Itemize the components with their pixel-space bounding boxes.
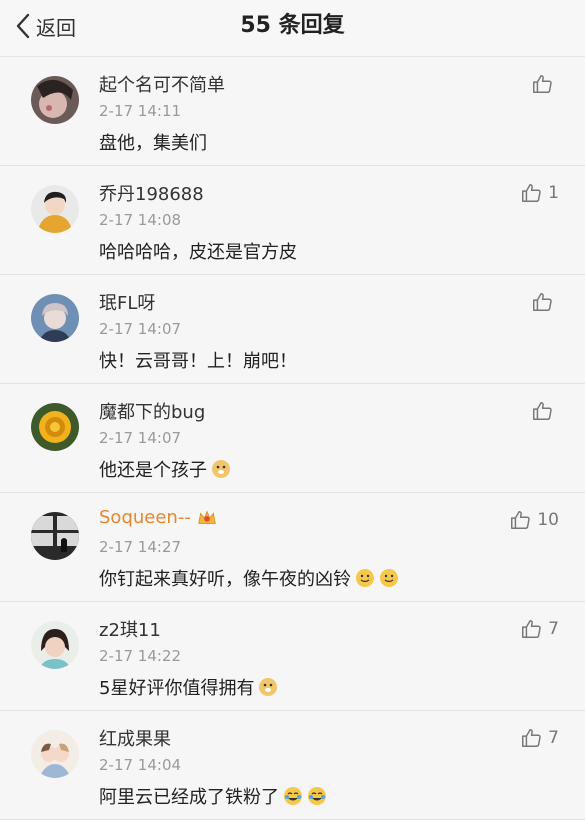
comment-text: 5星好评你值得拥有 (99, 674, 278, 700)
comment-author[interactable]: 珉FL呀 (99, 289, 155, 315)
comment-item: 珉FL呀 2-17 14:07 快！云哥哥！上！崩吧！ (0, 275, 585, 384)
comment-body: 盘他，集美们 (99, 133, 207, 154)
comment-author[interactable]: 红成果果 (99, 725, 171, 751)
comment-item: z2琪11 2-17 14:22 5星好评你值得拥有 7 (0, 602, 585, 711)
comment-author[interactable]: 起个名可不简单 (99, 71, 225, 97)
comment-list: 起个名可不简单 2-17 14:11 盘他，集美们 乔丹198688 2-17 … (0, 57, 585, 820)
like-button[interactable]: 10 (509, 509, 559, 531)
like-button[interactable]: 1 (520, 182, 559, 204)
avatar[interactable] (31, 730, 79, 778)
comment-item: 起个名可不简单 2-17 14:11 盘他，集美们 (0, 57, 585, 166)
comment-author[interactable]: 乔丹198688 (99, 180, 204, 206)
page-title: 55 条回复 (240, 13, 345, 38)
comment-text: 阿里云已经成了铁粉了 (99, 783, 327, 809)
like-button[interactable] (531, 73, 559, 95)
smile-emoji-icon (355, 568, 375, 588)
author-name[interactable]: 起个名可不简单 (99, 71, 225, 97)
thumbs-up-icon (522, 729, 541, 747)
comment-time: 2-17 14:07 (99, 320, 182, 338)
comment-time: 2-17 14:08 (99, 211, 182, 229)
comment-body: 5星好评你值得拥有 (99, 678, 255, 699)
like-button[interactable]: 7 (520, 727, 559, 749)
comment-item: 乔丹198688 2-17 14:08 哈哈哈哈，皮还是官方皮 1 (0, 166, 585, 275)
avatar[interactable] (31, 185, 79, 233)
comment-author[interactable]: Soqueen-- (99, 507, 219, 528)
comment-time: 2-17 14:27 (99, 538, 182, 556)
thumbs-up-icon (511, 511, 531, 529)
author-name[interactable]: 乔丹198688 (99, 180, 204, 206)
thumbs-up-icon (522, 620, 541, 638)
avatar[interactable] (31, 512, 79, 560)
like-count: 1 (548, 183, 559, 203)
avatar[interactable] (31, 403, 79, 451)
comment-item: Soqueen-- 2-17 14:27 你钉起来真好听，像午夜的凶铃 10 (0, 493, 585, 602)
nav-bar: 返回 55 条回复 (0, 0, 585, 57)
thumbs-up-icon (522, 184, 541, 202)
comment-body: 哈哈哈哈，皮还是官方皮 (99, 242, 297, 263)
like-count: 10 (537, 510, 559, 530)
author-name[interactable]: 魔都下的bug (99, 398, 205, 424)
comment-body: 阿里云已经成了铁粉了 (99, 787, 279, 808)
comment-text: 他还是个孩子 (99, 456, 231, 482)
comment-time: 2-17 14:07 (99, 429, 182, 447)
comment-time: 2-17 14:22 (99, 647, 182, 665)
comment-text: 盘他，集美们 (99, 129, 207, 155)
thumbs-up-icon (533, 293, 552, 311)
smile-emoji-icon (379, 568, 399, 588)
avatar[interactable] (31, 621, 79, 669)
comment-body: 他还是个孩子 (99, 460, 207, 481)
comment-item: 魔都下的bug 2-17 14:07 他还是个孩子 (0, 384, 585, 493)
comment-text: 快！云哥哥！上！崩吧！ (99, 347, 297, 373)
like-count: 7 (548, 619, 559, 639)
comment-body: 你钉起来真好听，像午夜的凶铃 (99, 569, 351, 590)
crown-badge-icon (197, 508, 219, 528)
comment-item: 红成果果 2-17 14:04 阿里云已经成了铁粉了 7 (0, 711, 585, 820)
like-button[interactable]: 7 (520, 618, 559, 640)
avatar[interactable] (31, 76, 79, 124)
author-name[interactable]: 珉FL呀 (99, 289, 155, 315)
like-button[interactable] (531, 400, 559, 422)
comment-author[interactable]: 魔都下的bug (99, 398, 205, 424)
avatar[interactable] (31, 294, 79, 342)
crying-laugh-emoji-icon (307, 786, 327, 806)
author-name[interactable]: z2琪11 (99, 616, 161, 642)
comment-time: 2-17 14:11 (99, 102, 182, 120)
doge-emoji-icon (258, 677, 278, 697)
author-name[interactable]: Soqueen-- (99, 507, 191, 528)
like-count: 7 (548, 728, 559, 748)
comment-body: 快！云哥哥！上！崩吧！ (99, 351, 297, 372)
comment-author[interactable]: z2琪11 (99, 616, 161, 642)
crying-laugh-emoji-icon (283, 786, 303, 806)
doge-emoji-icon (211, 459, 231, 479)
thumbs-up-icon (533, 402, 552, 420)
thumbs-up-icon (533, 75, 552, 93)
comment-time: 2-17 14:04 (99, 756, 182, 774)
comment-text: 哈哈哈哈，皮还是官方皮 (99, 238, 297, 264)
comment-text: 你钉起来真好听，像午夜的凶铃 (99, 565, 399, 591)
author-name[interactable]: 红成果果 (99, 725, 171, 751)
like-button[interactable] (531, 291, 559, 313)
